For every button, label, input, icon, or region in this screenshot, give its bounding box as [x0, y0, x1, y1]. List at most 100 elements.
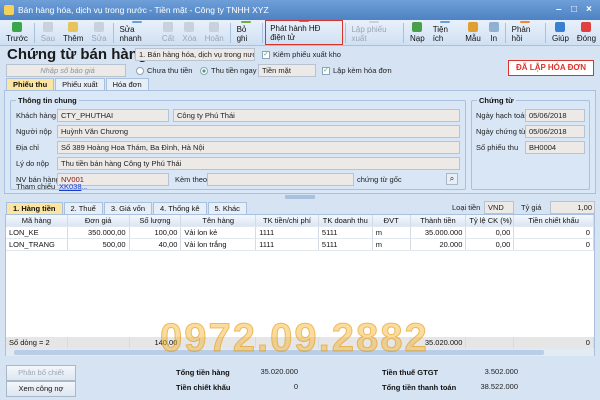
exchange-rate-input[interactable]: 1,00 [550, 201, 595, 214]
grid-cell: m [373, 227, 411, 238]
arrow-left-icon [11, 22, 22, 32]
group-title: Thông tin chung [16, 96, 79, 105]
allocate-discount-button[interactable]: Phân bổ chiết khấu... [6, 365, 76, 391]
view-debt-button[interactable]: Xem công nợ [6, 381, 76, 397]
grid-cell[interactable]: Tên hàng [181, 215, 257, 226]
grid-cell: LON_TRANG [6, 239, 68, 250]
toolbar-button-label: Tiện ích [432, 25, 448, 43]
toolbar-button-arrow-left[interactable]: Trước [2, 21, 32, 45]
thu-tien-ngay-radio[interactable]: Thu tiền ngay [200, 64, 256, 77]
table-row[interactable]: LON_KE 350.000,00 100,00 Vải lon kẻ 1111 5111… [6, 227, 594, 239]
toolbar-button-edit[interactable]: Sửa [87, 21, 110, 45]
voucher-date-input[interactable]: 05/06/2018 [525, 125, 585, 138]
tab-thue[interactable]: 2. Thuế [63, 202, 103, 214]
toolbar-button-template[interactable]: Mẫu [461, 21, 485, 45]
vat-value: 3.502.000 [484, 367, 518, 376]
search-icon[interactable]: ⌕ [446, 173, 458, 185]
grid-cell[interactable]: Tiền chiết khấu [514, 215, 594, 226]
more-references-link[interactable]: ... [81, 180, 87, 193]
tab-thong-ke[interactable]: 4. Thống kê [153, 202, 207, 214]
toolbar-button-utilities[interactable]: Tiện ích [429, 21, 462, 45]
grid-cell: 1111 [256, 239, 319, 250]
page-title: Chứng từ bán hàng [7, 46, 148, 63]
table-row[interactable]: LON_TRANG 500,00 40,00 Vải lon trắng 1111 511… [6, 239, 594, 251]
arrow-right-icon [42, 22, 53, 32]
help-icon [555, 22, 566, 32]
address-label: Địa chỉ [16, 143, 39, 152]
toolbar-button-print[interactable]: In [485, 21, 503, 45]
attached-input[interactable] [207, 173, 354, 186]
sale-type-select[interactable]: 1. Bán hàng hóa, dịch vụ trong nước [135, 48, 255, 61]
reason-label: Lý do nộp [16, 159, 49, 168]
maximize-button[interactable]: □ [571, 0, 577, 20]
tab-hoa-don[interactable]: Hóa đơn [105, 78, 149, 90]
utilities-icon [439, 21, 450, 23]
toolbar-button-label: Hoãn [204, 34, 224, 43]
currency-label: Loại tiền [452, 203, 481, 212]
grid-cell[interactable]: Thành tiền [410, 215, 467, 226]
toolbar-button-help[interactable]: Giúp [548, 21, 573, 45]
close-window-button[interactable]: × [586, 0, 592, 20]
grid-cell[interactable]: TK tiền/chi phí [256, 215, 319, 226]
minimize-button[interactable]: – [556, 0, 562, 20]
reference-link[interactable]: XK038 [59, 180, 82, 193]
customer-name-input[interactable]: Công ty Phú Thái [173, 109, 460, 122]
toolbar-button-delete[interactable]: Xóa [178, 21, 200, 45]
toolbar-separator [33, 23, 35, 43]
grid-cell[interactable]: Số lượng [129, 215, 182, 226]
kiem-phieu-xuat-kho-checkbox[interactable]: ✓ Kiêm phiếu xuất kho [262, 48, 341, 61]
toolbar-button-close[interactable]: Đóng [573, 21, 600, 45]
grid-cell[interactable]: ĐVT [372, 215, 411, 226]
original-docs-label: chứng từ gốc [357, 175, 402, 184]
payer-input[interactable]: Huỳnh Văn Chương [57, 125, 460, 138]
toolbar-button-save[interactable]: Cất [158, 21, 178, 45]
template-icon [467, 22, 478, 32]
toolbar-button-label: Cất [161, 34, 175, 43]
splitter-handle[interactable] [285, 195, 315, 199]
tab-phieu-thu[interactable]: Phiếu thu [6, 78, 55, 90]
toolbar-button-e-invoice[interactable]: Phát hành HĐ điện tử [265, 20, 343, 45]
toolbar-separator [229, 23, 231, 43]
grid-cell[interactable]: Đơn giá [67, 215, 130, 226]
customer-code-input[interactable]: CTY_PHUTHAI [57, 109, 169, 122]
discount-label: Tiền chiết khấu [176, 383, 231, 392]
tab-gia-von[interactable]: 3. Giá vốn [103, 202, 153, 214]
posting-date-input[interactable]: 05/06/2018 [525, 109, 585, 122]
vat-label: Tiền thuế GTGT [382, 368, 439, 377]
grand-total-value: 38.522.000 [480, 382, 518, 391]
grid-cell: 5111 [319, 239, 373, 250]
grid-cell[interactable]: Mã hàng [6, 215, 68, 226]
address-input[interactable]: Số 389 Hoàng Hoa Thám, Ba Đình, Hà Nội [57, 141, 460, 154]
toolbar-button-reload[interactable]: Nạp [406, 21, 429, 45]
checkbox-icon: ✓ [262, 51, 270, 60]
grand-total-label: Tổng tiền thanh toán [382, 383, 457, 392]
group-title: Chứng từ [477, 96, 516, 105]
toolbar-button-unpost[interactable]: Bỏ ghi [233, 21, 261, 45]
grid-cell: 0,00 [466, 227, 515, 238]
grid-cell: m [373, 239, 411, 250]
receipt-number-input[interactable]: BH0004 [525, 141, 585, 154]
grid-cell[interactable]: TK doanh thu [318, 215, 373, 226]
grid-cell: 5111 [319, 227, 373, 238]
quote-number-input[interactable]: Nhập số báo giá [6, 64, 126, 77]
currency-select[interactable]: VND [484, 201, 514, 214]
reason-input[interactable]: Thu tiền bán hàng Công ty Phú Thái [57, 157, 460, 170]
toolbar-button-quick-edit[interactable]: Sửa nhanh [115, 21, 157, 45]
toolbar-button-new-document[interactable]: Thêm [59, 21, 87, 45]
payment-method-select[interactable]: Tiền mặt [258, 64, 316, 77]
grid-cell: Số dòng = 2 [6, 337, 68, 348]
lap-kem-hoa-don-checkbox[interactable]: ✓ Lập kèm hóa đơn [322, 64, 392, 77]
tab-khac[interactable]: 5. Khác [207, 202, 247, 214]
tab-hang-tien[interactable]: 1. Hàng tiền [6, 202, 63, 214]
tab-phieu-xuat[interactable]: Phiếu xuất [55, 78, 105, 90]
e-invoice-icon [298, 21, 309, 22]
grid-header: Mã hàng Đơn giá Số lượng Tên hàng TK tiền/ch… [6, 215, 594, 227]
toolbar-button-issue-slip[interactable]: Lập phiếu xuất [347, 21, 401, 45]
chua-thu-tien-radio[interactable]: Chưa thu tiền [136, 64, 192, 77]
grid-cell[interactable]: Tỷ lệ CK (%) [466, 215, 515, 226]
toolbar-button-label: Mẫu [465, 34, 481, 43]
toolbar-button-undo[interactable]: Hoãn [201, 21, 228, 45]
toolbar-button-arrow-right[interactable]: Sau [37, 21, 59, 45]
toolbar-button-feedback[interactable]: Phản hồi [508, 21, 543, 45]
toolbar-button-label: Sửa nhanh [119, 25, 142, 43]
